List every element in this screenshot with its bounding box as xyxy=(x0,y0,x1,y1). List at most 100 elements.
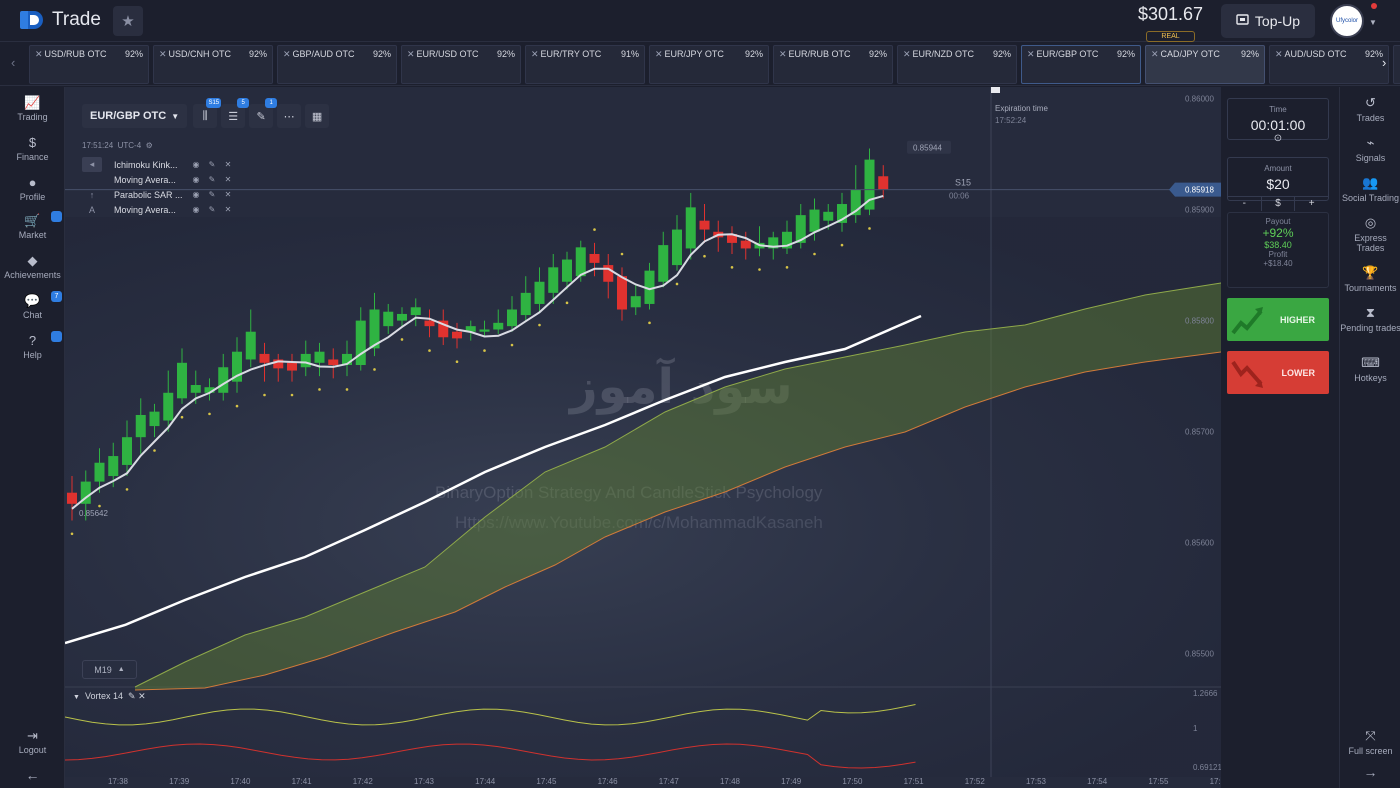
chart-tool-button[interactable]: A xyxy=(82,202,102,217)
higher-label: HIGHER xyxy=(1279,314,1315,325)
asset-tab[interactable]: ✕ EUR/NZD OTC 92% xyxy=(897,45,1017,84)
asset-payout: 92% xyxy=(1116,49,1135,59)
sidebar-item-label: Trading xyxy=(17,112,48,122)
asset-tab[interactable]: ✕ EUR/USD OTC 92% xyxy=(401,45,521,84)
top-up-label: Top-Up xyxy=(1254,13,1301,29)
close-icon[interactable]: ✕ xyxy=(407,49,415,59)
indicators-button[interactable]: ☰ 5 xyxy=(221,98,250,128)
avatar[interactable]: Ufycolor xyxy=(1330,4,1364,38)
currency-button[interactable]: $ xyxy=(1260,197,1295,211)
close-icon[interactable]: ✕ xyxy=(220,160,236,169)
more-button[interactable]: ⋯ xyxy=(277,104,302,128)
sidebar-item-logout[interactable]: ⇥ Logout xyxy=(0,728,65,755)
candle-body xyxy=(479,329,490,332)
chart-tool-button[interactable]: ◂ xyxy=(82,157,102,172)
app-logo[interactable]: Trade xyxy=(20,9,101,31)
sidebar-item-achievements[interactable]: ◆ Achievements xyxy=(0,253,65,280)
sidebar-item-profile[interactable]: ● Profile xyxy=(0,175,65,202)
sidebar-item-label: Market xyxy=(18,230,47,240)
asset-tab[interactable]: ✕ EUR/JPY OTC 92% xyxy=(649,45,769,84)
sidebar-item-trades[interactable]: ↺ Trades xyxy=(1340,95,1400,123)
close-icon[interactable]: ✕ xyxy=(1151,49,1159,59)
close-icon[interactable]: ✕ xyxy=(220,175,236,184)
sidebar-item-full-screen[interactable]: ⤧ Full screen xyxy=(1340,728,1400,756)
caret-down-icon: ▼ xyxy=(73,694,80,701)
close-icon[interactable]: ✕ xyxy=(35,49,43,59)
sidebar-item-label: Signals xyxy=(1355,153,1386,163)
amount-minus-button[interactable]: - xyxy=(1228,197,1261,211)
sidebar-item-trading[interactable]: 📈 Trading xyxy=(0,95,65,122)
asset-tab[interactable]: ✕ EUR/RUB OTC 92% xyxy=(773,45,893,84)
asset-tab[interactable]: ✕BI xyxy=(1393,45,1400,84)
chevron-down-icon[interactable]: ▼ xyxy=(1369,18,1377,27)
chart-area[interactable]: سود آموز BinaryOption Strategy And Candl… xyxy=(65,87,1221,788)
asset-payout: 92% xyxy=(868,49,887,59)
pencil-icon[interactable]: ✎ xyxy=(204,175,220,184)
timeframe-selector[interactable]: M19 ▲ xyxy=(82,660,137,679)
pencil-icon[interactable]: ✎ xyxy=(204,190,220,199)
layout-button[interactable]: ▦ xyxy=(305,104,330,128)
time-selector[interactable]: Time 00:01:00 ⊙ xyxy=(1227,98,1329,144)
chart-tool-button[interactable]: ↑ xyxy=(82,187,102,202)
sidebar-item-hotkeys[interactable]: ⌨ Hotkeys xyxy=(1340,355,1400,383)
favorite-button[interactable]: ★ xyxy=(113,6,143,36)
chevron-right-icon[interactable]: › xyxy=(1382,55,1386,70)
pencil-icon[interactable]: ✎ xyxy=(204,205,220,214)
close-icon[interactable]: ✕ xyxy=(220,190,236,199)
close-icon[interactable]: ✕ xyxy=(655,49,663,59)
eye-icon[interactable]: ◉ xyxy=(188,175,204,184)
sidebar-item-finance[interactable]: $ Finance xyxy=(0,135,65,162)
oscillator-header[interactable]: ▼ Vortex 14 ✎ ✕ xyxy=(73,691,146,702)
asset-payout: 92% xyxy=(496,49,515,59)
sidebar-item-pending-trades[interactable]: ⧗ Pending trades xyxy=(1340,305,1400,333)
eye-icon[interactable]: ◉ xyxy=(188,160,204,169)
lower-button[interactable]: LOWER xyxy=(1227,351,1329,394)
pencil-icon[interactable]: ✎ xyxy=(128,691,136,701)
close-icon[interactable]: ✕ xyxy=(903,49,911,59)
sidebar-item-express-trades[interactable]: ◎ Express Trades xyxy=(1340,215,1400,253)
chevron-left-icon[interactable]: ‹ xyxy=(11,55,15,70)
candle-type-button[interactable]: ⫼ S15 xyxy=(193,98,222,128)
asset-tab[interactable]: ✕ CAD/JPY OTC 92% xyxy=(1145,45,1265,84)
close-icon[interactable]: ✕ xyxy=(283,49,291,59)
asset-tab[interactable]: ✕ GBP/AUD OTC 92% xyxy=(277,45,397,84)
close-icon[interactable]: ✕ xyxy=(138,691,146,701)
higher-button[interactable]: HIGHER xyxy=(1227,298,1329,341)
expiration-label: Expiration time xyxy=(995,104,1048,113)
asset-tab[interactable]: ✕ EUR/TRY OTC 91% xyxy=(525,45,645,84)
eye-icon[interactable]: ◉ xyxy=(188,190,204,199)
sidebar-item-signals[interactable]: ⌁ Signals xyxy=(1340,135,1400,163)
arrow-left-icon[interactable]: ← xyxy=(0,767,65,783)
candle-body xyxy=(809,209,820,232)
chart-tool-button[interactable] xyxy=(82,172,102,187)
parabolic-sar-dot xyxy=(730,266,734,269)
close-icon[interactable]: ✕ xyxy=(159,49,167,59)
pair-selector[interactable]: EUR/GBP OTC ▼ xyxy=(82,104,188,128)
eye-icon[interactable]: ◉ xyxy=(188,205,204,214)
pencil-icon[interactable]: ✎ xyxy=(204,160,220,169)
amount-value[interactable]: $20 xyxy=(1228,176,1328,196)
close-icon[interactable]: ✕ xyxy=(1027,49,1035,59)
vortex-plus-line xyxy=(65,704,916,726)
time-tick-label: 17:41 xyxy=(291,777,312,786)
drawings-button[interactable]: ✎ 1 xyxy=(249,98,278,128)
asset-tab[interactable]: ✕ USD/RUB OTC 92% xyxy=(29,45,149,84)
close-icon[interactable]: ✕ xyxy=(1275,49,1283,59)
account-balance[interactable]: $301.67 REAL xyxy=(1138,4,1203,43)
amount-plus-button[interactable]: + xyxy=(1294,197,1328,211)
sidebar-item-social-trading[interactable]: 👥 Social Trading xyxy=(1340,175,1400,203)
close-icon[interactable]: ✕ xyxy=(220,205,236,214)
time-tick-label: 17:43 xyxy=(413,777,435,786)
time-tick-label: 17:52 xyxy=(964,777,985,786)
sidebar-item-label: Pending trades xyxy=(1340,323,1400,333)
close-icon[interactable]: ✕ xyxy=(531,49,539,59)
close-icon[interactable]: ✕ xyxy=(779,49,787,59)
sidebar-item-tournaments[interactable]: 🏆 Tournaments xyxy=(1340,265,1400,293)
asset-tab[interactable]: ✕ AUD/USD OTC 92% xyxy=(1269,45,1389,84)
asset-tab[interactable]: ✕ USD/CNH OTC 92% xyxy=(153,45,273,84)
top-up-button[interactable]: Top-Up xyxy=(1221,4,1315,38)
asset-tab[interactable]: ✕ EUR/GBP OTC 92% xyxy=(1021,45,1141,84)
gear-icon[interactable]: ⚙ xyxy=(146,141,153,150)
arrow-right-icon[interactable]: → xyxy=(1340,765,1400,779)
amount-selector[interactable]: Amount $20 - $ + xyxy=(1227,157,1329,211)
